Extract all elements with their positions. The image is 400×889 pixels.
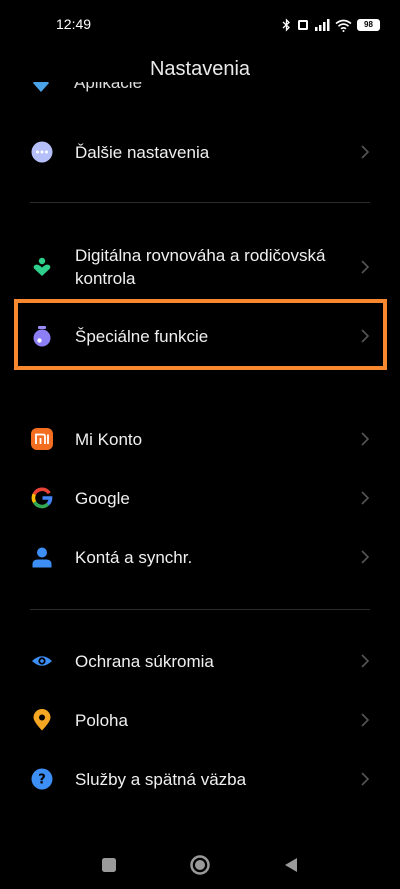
settings-item-label: Kontá a synchr. xyxy=(75,547,193,567)
apps-icon xyxy=(33,82,49,92)
divider xyxy=(30,609,370,610)
circle-icon xyxy=(190,855,210,875)
settings-item-apps-partial[interactable]: Aplikácie xyxy=(30,82,370,104)
wifi-icon xyxy=(335,19,352,32)
google-icon xyxy=(31,487,53,509)
vibrate-icon xyxy=(298,20,308,30)
settings-item-label: Ochrana súkromia xyxy=(75,651,214,671)
wellbeing-icon xyxy=(31,256,53,278)
battery-icon: 98 xyxy=(357,19,380,31)
home-button[interactable] xyxy=(189,854,211,876)
chevron-right-icon xyxy=(361,145,370,159)
chevron-right-icon xyxy=(361,654,370,668)
svg-text:?: ? xyxy=(38,773,46,788)
location-pin-icon xyxy=(31,709,53,731)
chevron-right-icon xyxy=(361,772,370,786)
back-triangle-icon xyxy=(285,858,297,872)
chevron-right-icon xyxy=(361,432,370,446)
settings-item-feedback[interactable]: ? Služby a spätná väzba xyxy=(0,761,400,797)
divider xyxy=(30,202,370,203)
chevron-right-icon xyxy=(361,491,370,505)
settings-item-accounts-sync[interactable]: Kontá a synchr. xyxy=(0,539,400,575)
more-icon xyxy=(31,141,53,163)
settings-item-additional[interactable]: Ďalšie nastavenia xyxy=(0,134,400,170)
settings-item-label: Poloha xyxy=(75,710,128,730)
settings-item-label: Aplikácie xyxy=(74,82,143,92)
settings-item-label: Digitálna rovnováha a rodičovská kontrol… xyxy=(75,246,326,288)
help-icon: ? xyxy=(31,768,53,790)
chevron-right-icon xyxy=(361,713,370,727)
settings-item-google[interactable]: Google xyxy=(0,480,400,516)
square-icon xyxy=(102,858,116,872)
settings-item-mi-account[interactable]: Mi Konto xyxy=(0,421,400,457)
status-time: 12:49 xyxy=(56,16,92,32)
navigation-bar xyxy=(0,840,400,889)
chevron-right-icon xyxy=(361,550,370,564)
highlight-box xyxy=(14,299,387,370)
settings-item-label: Google xyxy=(75,488,130,508)
bluetooth-icon xyxy=(282,18,290,32)
settings-item-label: Ďalšie nastavenia xyxy=(75,142,210,162)
chevron-right-icon xyxy=(361,260,370,274)
status-icons: 98 xyxy=(282,16,380,34)
settings-item-digital-wellbeing[interactable]: Digitálna rovnováha a rodičovská kontrol… xyxy=(0,244,400,290)
mi-logo-icon xyxy=(31,428,53,450)
settings-item-privacy[interactable]: Ochrana súkromia xyxy=(0,643,400,679)
signal-icon xyxy=(315,19,330,31)
settings-item-label: Mi Konto xyxy=(75,429,143,449)
recent-apps-button[interactable] xyxy=(98,854,120,876)
status-bar: 12:49 98 xyxy=(0,0,400,50)
page-title: Nastavenia xyxy=(149,58,251,80)
settings-item-label: Služby a spätná väzba xyxy=(75,769,247,789)
privacy-eye-icon xyxy=(31,650,53,672)
back-button[interactable] xyxy=(280,854,302,876)
settings-item-location[interactable]: Poloha xyxy=(0,702,400,738)
account-icon xyxy=(31,546,53,568)
